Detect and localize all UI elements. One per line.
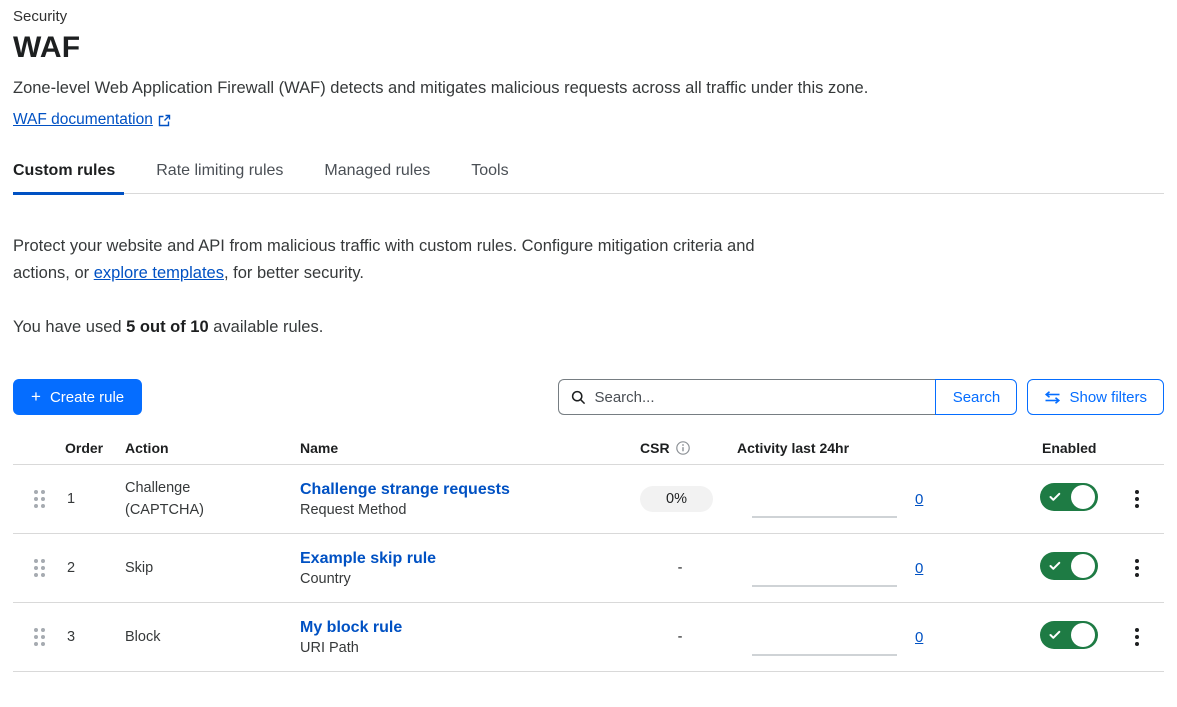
csr-cell: - <box>630 629 730 645</box>
drag-handle[interactable] <box>34 559 45 577</box>
page-title: WAF <box>13 31 1164 65</box>
usage-count: 5 out of 10 <box>126 318 209 336</box>
activity-sparkline <box>752 654 897 656</box>
check-icon <box>1049 492 1061 502</box>
intro-text: Protect your website and API from malici… <box>13 233 758 287</box>
search-box <box>558 379 935 415</box>
search-button[interactable]: Search <box>935 379 1017 415</box>
rule-order: 2 <box>57 560 112 576</box>
rule-order: 1 <box>57 491 112 507</box>
doc-link-label: WAF documentation <box>13 111 153 129</box>
rule-name-cell: My block rule URI Path <box>290 619 630 656</box>
header-enabled: Enabled <box>1030 440 1110 456</box>
tab-rate-limiting-rules[interactable]: Rate limiting rules <box>156 162 292 193</box>
table-header-row: Order Action Name CSR Activity last 24hr… <box>13 431 1164 465</box>
header-name: Name <box>290 440 630 456</box>
plus-icon: + <box>31 387 41 407</box>
activity-count-link[interactable]: 0 <box>915 491 923 508</box>
enabled-toggle[interactable] <box>1040 621 1098 649</box>
tab-tools[interactable]: Tools <box>471 162 517 193</box>
page-description: Zone-level Web Application Firewall (WAF… <box>13 79 1164 98</box>
csr-badge: 0% <box>640 486 713 512</box>
tab-custom-rules[interactable]: Custom rules <box>13 162 124 193</box>
rule-action-line2: (CAPTCHA) <box>125 499 290 521</box>
rule-action: Skip <box>112 557 290 579</box>
info-icon[interactable] <box>676 441 690 455</box>
swap-arrows-icon <box>1044 391 1061 404</box>
table-row: 2 Skip Example skip rule Country - 0 <box>13 534 1164 603</box>
csr-cell: - <box>630 560 730 576</box>
check-icon <box>1049 561 1061 571</box>
drag-handle[interactable] <box>34 490 45 508</box>
rule-expression: URI Path <box>300 640 630 656</box>
enabled-toggle[interactable] <box>1040 483 1098 511</box>
create-rule-label: Create rule <box>50 389 124 406</box>
enabled-toggle[interactable] <box>1040 552 1098 580</box>
waf-documentation-link[interactable]: WAF documentation <box>13 111 171 129</box>
rule-name-link[interactable]: Example skip rule <box>300 550 436 568</box>
external-link-icon <box>158 114 171 127</box>
usage-prefix: You have used <box>13 318 126 336</box>
kebab-menu-icon[interactable] <box>1129 484 1145 514</box>
header-csr: CSR <box>630 440 730 456</box>
rule-action: Block <box>112 626 290 648</box>
kebab-menu-icon[interactable] <box>1129 622 1145 652</box>
activity-sparkline <box>752 516 897 518</box>
search-icon <box>571 390 586 405</box>
rule-action-line1: Skip <box>125 557 290 579</box>
csr-cell: 0% <box>630 486 730 512</box>
create-rule-button[interactable]: + Create rule <box>13 379 142 415</box>
header-activity: Activity last 24hr <box>730 440 1030 456</box>
drag-handle[interactable] <box>34 628 45 646</box>
activity-cell: 0 <box>730 603 1030 671</box>
activity-sparkline <box>752 585 897 587</box>
search-group: Search <box>558 379 1017 415</box>
rule-name-cell: Example skip rule Country <box>290 550 630 587</box>
rule-expression: Country <box>300 571 630 587</box>
tab-managed-rules[interactable]: Managed rules <box>324 162 439 193</box>
rule-name-link[interactable]: My block rule <box>300 619 402 637</box>
explore-templates-link[interactable]: explore templates <box>94 264 224 282</box>
toggle-knob <box>1071 485 1095 509</box>
rule-name-cell: Challenge strange requests Request Metho… <box>290 481 630 518</box>
rule-expression: Request Method <box>300 502 630 518</box>
toggle-knob <box>1071 623 1095 647</box>
activity-count-link[interactable]: 0 <box>915 629 923 646</box>
show-filters-label: Show filters <box>1069 389 1147 406</box>
usage-text: You have used 5 out of 10 available rule… <box>13 318 1164 337</box>
rule-order: 3 <box>57 629 112 645</box>
check-icon <box>1049 630 1061 640</box>
rule-action: Challenge (CAPTCHA) <box>112 477 290 521</box>
header-csr-label: CSR <box>640 440 670 456</box>
activity-cell: 0 <box>730 465 1030 533</box>
table-row: 1 Challenge (CAPTCHA) Challenge strange … <box>13 465 1164 534</box>
tab-bar: Custom rules Rate limiting rules Managed… <box>13 162 1164 194</box>
activity-count-link[interactable]: 0 <box>915 560 923 577</box>
rule-action-line1: Block <box>125 626 290 648</box>
header-order: Order <box>57 440 112 456</box>
usage-suffix: available rules. <box>209 318 324 336</box>
waf-page: Security WAF Zone-level Web Application … <box>0 0 1177 672</box>
show-filters-button[interactable]: Show filters <box>1027 379 1164 415</box>
breadcrumb: Security <box>13 8 1164 25</box>
rule-name-link[interactable]: Challenge strange requests <box>300 481 510 499</box>
toggle-knob <box>1071 554 1095 578</box>
search-input[interactable] <box>594 389 923 406</box>
rule-action-line1: Challenge <box>125 477 290 499</box>
rules-table: Order Action Name CSR Activity last 24hr… <box>13 431 1164 672</box>
toolbar: + Create rule Search <box>13 379 1164 415</box>
header-action: Action <box>112 440 290 456</box>
intro-after: , for better security. <box>224 264 364 282</box>
table-row: 3 Block My block rule URI Path - 0 <box>13 603 1164 672</box>
kebab-menu-icon[interactable] <box>1129 553 1145 583</box>
activity-cell: 0 <box>730 534 1030 602</box>
